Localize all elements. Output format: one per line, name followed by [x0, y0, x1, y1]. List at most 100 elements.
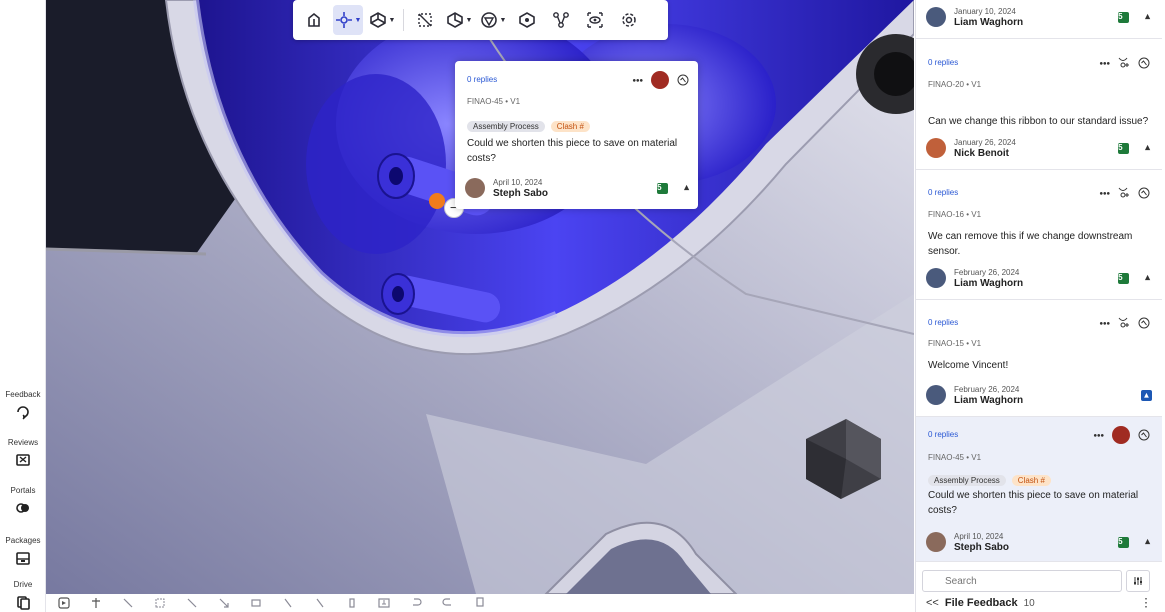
- more-icon[interactable]: •••: [632, 75, 643, 86]
- more-icon[interactable]: •••: [1099, 58, 1110, 69]
- visibility-button[interactable]: [580, 5, 610, 35]
- status-badge: 5: [1118, 273, 1130, 284]
- chevron-up-icon[interactable]: ▼: [682, 184, 691, 194]
- structure-button[interactable]: [546, 5, 576, 35]
- comment-text: Welcome Vincent!: [928, 360, 1009, 371]
- assign-icon[interactable]: [1118, 317, 1130, 329]
- sidebar-item-packages[interactable]: Packages: [0, 536, 46, 566]
- isolate-button[interactable]: [512, 5, 542, 35]
- author-row: Steph Sabo April 10, 2024 5 ▼: [465, 178, 691, 199]
- feedback-card[interactable]: Liam Waghorn February 26, 2024 5 ▼ We ca…: [916, 170, 1162, 300]
- collapse-panel-button[interactable]: <<: [926, 598, 939, 610]
- search-input[interactable]: [922, 570, 1122, 592]
- select-icon[interactable]: [58, 597, 70, 609]
- tag-list: Assembly Process Clash #: [467, 121, 590, 132]
- author-row: Liam Waghorn February 26, 2024 5 ▼: [926, 268, 1152, 289]
- comment-text: Could we shorten this piece to save on m…: [467, 138, 678, 164]
- sidebar-item-portals[interactable]: Portals: [0, 486, 46, 516]
- measure-icon: [418, 13, 432, 27]
- pen-icon[interactable]: [122, 597, 134, 609]
- isolate-icon: [519, 12, 535, 28]
- author-name: Steph Sabo: [493, 188, 549, 199]
- measure-button[interactable]: [410, 5, 440, 35]
- author-name: Liam Waghorn: [954, 17, 1024, 28]
- date: April 10, 2024: [954, 532, 1004, 541]
- tag[interactable]: Assembly Process: [928, 475, 1006, 486]
- status-badge: 5: [1118, 143, 1130, 154]
- transform-button[interactable]: ▲: [333, 5, 363, 35]
- pin-tool-icon[interactable]: [90, 597, 102, 609]
- tag-list: Assembly Process Clash #: [928, 475, 1051, 486]
- resolve-icon[interactable]: [677, 74, 689, 86]
- undo-icon[interactable]: [410, 597, 422, 609]
- more-icon[interactable]: •••: [1099, 318, 1110, 329]
- view-cube-button[interactable]: ▲: [444, 5, 474, 35]
- avatar: [465, 178, 485, 199]
- structure-icon: [553, 12, 569, 28]
- feedback-card[interactable]: Liam Waghorn January 10, 2024 5 ▼: [916, 0, 1162, 39]
- ticket-id: FINAO-45 • V1: [928, 453, 982, 462]
- tag[interactable]: Assembly Process: [467, 121, 545, 132]
- chevron-up-icon[interactable]: ▼: [1143, 13, 1152, 23]
- section-button[interactable]: [299, 5, 329, 35]
- filter-button[interactable]: [1126, 570, 1150, 592]
- avatar: [926, 385, 946, 406]
- transform-icon: [335, 12, 352, 28]
- more-icon[interactable]: •••: [1099, 188, 1110, 199]
- assign-icon[interactable]: [1118, 187, 1130, 199]
- avatar: [926, 7, 946, 28]
- panel-more-icon[interactable]: ⋮: [1140, 597, 1152, 611]
- arrow-icon[interactable]: [218, 597, 230, 609]
- replies-link[interactable]: 0 replies: [467, 76, 497, 85]
- more-icon[interactable]: •••: [1093, 430, 1104, 441]
- replies-link[interactable]: 0 replies: [928, 431, 958, 440]
- feedback-card[interactable]: Liam Waghorn February 26, 2024 ▼ Welcome…: [916, 300, 1162, 417]
- panel-title: File Feedback: [944, 597, 1018, 610]
- slash-icon-2[interactable]: [314, 597, 326, 609]
- view-cube-icon: [446, 12, 463, 28]
- text-box-icon[interactable]: [378, 597, 390, 609]
- feedback-pin[interactable]: [429, 193, 445, 209]
- replies-link[interactable]: 0 replies: [928, 319, 958, 328]
- popover-actions: 0 replies •••: [467, 71, 689, 89]
- tag[interactable]: Clash #: [1011, 475, 1051, 486]
- replies-link[interactable]: 0 replies: [928, 59, 958, 68]
- status-badge: 5: [1118, 537, 1130, 548]
- card-actions: 0 replies •••: [928, 57, 1150, 69]
- sidebar-item-label: Feedback: [5, 390, 41, 399]
- settings-button[interactable]: [614, 5, 644, 35]
- marker-icon[interactable]: [346, 597, 358, 609]
- resolve-icon[interactable]: [1138, 429, 1150, 441]
- chevron-up-icon[interactable]: ▼: [1143, 274, 1152, 284]
- assign-icon[interactable]: [1118, 57, 1130, 69]
- feedback-icon: [17, 406, 29, 420]
- resolve-icon[interactable]: [1138, 57, 1150, 69]
- author-row: Steph Sabo April 10, 2024 5 ▼: [926, 532, 1152, 553]
- ticket-id: FINAO-20 • V1: [928, 80, 982, 89]
- rectangle-icon[interactable]: [250, 597, 262, 609]
- chevron-up-icon[interactable]: ▼: [1143, 538, 1152, 548]
- comment-text: We can remove this if we change downstre…: [928, 231, 1133, 257]
- packages-icon: [16, 552, 30, 565]
- visual-style-button[interactable]: ▲: [478, 5, 508, 35]
- filter-icon: [1134, 577, 1142, 585]
- feedback-card[interactable]: Nick Benoit January 26, 2024 5 ▼ Can we …: [916, 39, 1162, 170]
- redo-icon[interactable]: [442, 597, 454, 609]
- tag[interactable]: Clash #: [550, 121, 590, 132]
- ticket-id: FINAO-45 • V1: [467, 97, 521, 106]
- card-actions: 0 replies •••: [928, 426, 1150, 444]
- resolve-icon[interactable]: [1138, 317, 1150, 329]
- slash-icon[interactable]: [282, 597, 294, 609]
- area-icon[interactable]: [154, 597, 166, 609]
- delete-icon[interactable]: [474, 597, 486, 609]
- sidebar-item-feedback[interactable]: Feedback: [0, 390, 46, 420]
- sidebar-item-drive[interactable]: Drive: [0, 580, 46, 610]
- sidebar-item-reviews[interactable]: Reviews: [0, 438, 46, 468]
- chevron-up-icon[interactable]: ▼: [1143, 144, 1152, 154]
- resolve-icon[interactable]: [1138, 187, 1150, 199]
- line-icon[interactable]: [186, 597, 198, 609]
- feedback-card[interactable]: Steph Sabo April 10, 2024 5 ▼ Could we s…: [916, 417, 1162, 562]
- section-icon: [308, 12, 320, 27]
- explode-button[interactable]: ▲: [367, 5, 397, 35]
- replies-link[interactable]: 0 replies: [928, 189, 958, 198]
